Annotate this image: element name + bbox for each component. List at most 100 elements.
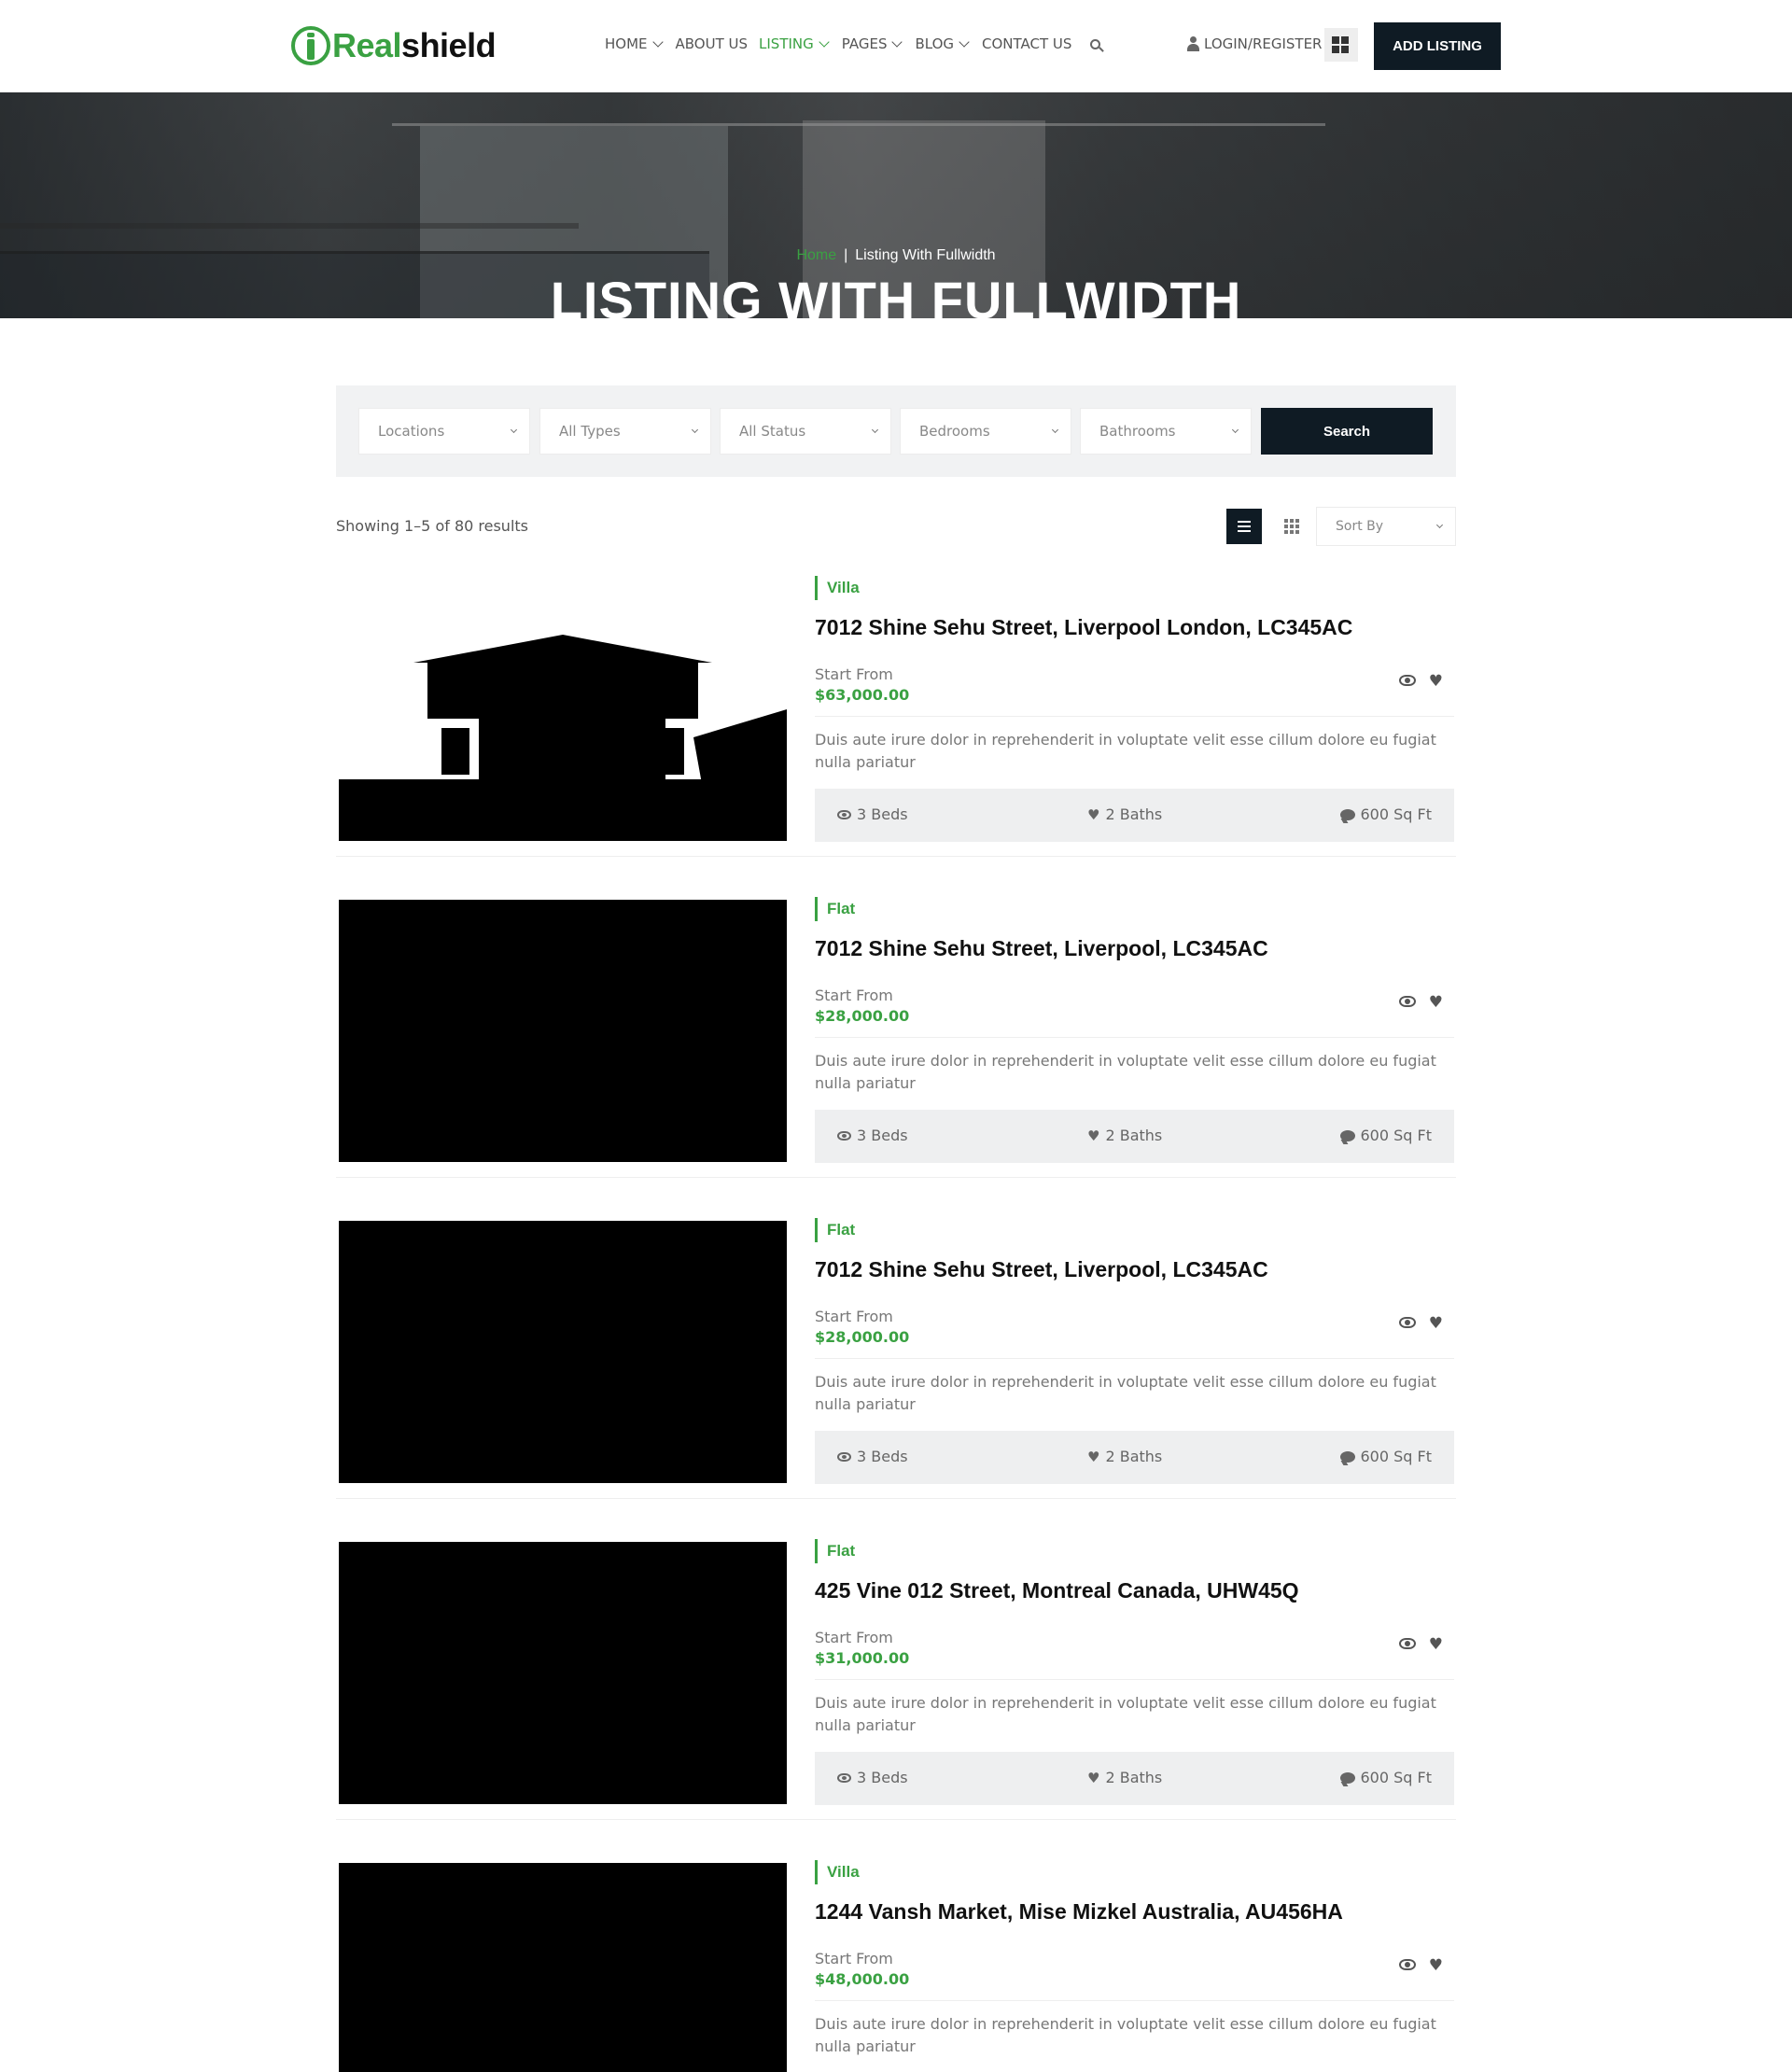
search-filter-bar: Locations All Types All Status Bedrooms … [336, 385, 1456, 477]
listing-photo[interactable] [339, 579, 787, 841]
beds-feature: 3 Beds [837, 1769, 908, 1786]
select-value: All Types [559, 423, 621, 440]
baths-feature: ♥ 2 Baths [1087, 805, 1162, 823]
beds-value: 3 Beds [857, 805, 908, 823]
nav-item-blog[interactable]: BLOG [915, 35, 971, 52]
heart-icon[interactable]: ♥ [1429, 674, 1443, 690]
listing-category: Villa [815, 576, 860, 600]
eye-icon [837, 1451, 851, 1462]
search-button[interactable]: Search [1261, 408, 1433, 455]
heart-icon[interactable]: ♥ [1429, 1316, 1443, 1332]
heart-icon[interactable]: ♥ [1429, 1637, 1443, 1653]
comments-icon [1339, 1129, 1355, 1141]
chevron-down-icon [510, 426, 518, 434]
listing-actions: ♥ [1398, 1958, 1443, 1974]
comments-icon [1339, 1450, 1355, 1463]
property-image [339, 1863, 787, 2072]
area-value: 600 Sq Ft [1360, 1127, 1433, 1144]
dashboard-grid-button[interactable] [1324, 28, 1358, 62]
listing-card: Flat 7012 Shine Sehu Street, Liverpool, … [336, 1218, 1456, 1499]
nav-item-pages[interactable]: PAGES [842, 35, 904, 52]
listing-category: Flat [815, 897, 855, 921]
listing-title[interactable]: 425 Vine 012 Street, Montreal Canada, UH… [815, 1578, 1299, 1603]
listing-title[interactable]: 7012 Shine Sehu Street, Liverpool, LC345… [815, 1257, 1268, 1282]
nav-label: PAGES [841, 35, 888, 52]
listing-features: 3 Beds ♥ 2 Baths 600 Sq Ft [815, 1110, 1454, 1163]
login-register-link[interactable]: LOGIN/REGISTER [1187, 35, 1322, 52]
listing-photo[interactable] [339, 1542, 787, 1804]
property-image [339, 900, 787, 1162]
grid-icon-cell [1295, 519, 1299, 523]
list-icon [1238, 521, 1251, 523]
baths-value: 2 Baths [1105, 1448, 1163, 1465]
chevron-down-icon [1435, 521, 1444, 529]
grid-icon [1284, 519, 1288, 523]
listing-photo[interactable] [339, 900, 787, 1162]
heart-icon: ♥ [1087, 1127, 1100, 1144]
chevron-down-icon [959, 36, 970, 48]
heart-icon[interactable]: ♥ [1429, 995, 1443, 1011]
nav-item-about-us[interactable]: ABOUT US [676, 35, 749, 52]
price-label: Start From [815, 665, 893, 683]
heart-icon: ♥ [1087, 805, 1100, 823]
listing-price: $28,000.00 [815, 1328, 910, 1346]
eye-icon[interactable] [1398, 996, 1416, 1007]
eye-icon[interactable] [1398, 1317, 1416, 1328]
card-separator [336, 856, 1456, 857]
bathrooms-select[interactable]: Bathrooms [1080, 408, 1252, 455]
listing-photo[interactable] [339, 1221, 787, 1483]
beds-feature: 3 Beds [837, 805, 908, 823]
eye-icon[interactable] [1398, 1959, 1416, 1970]
add-listing-button[interactable]: ADD LISTING [1374, 22, 1501, 70]
nav-label: HOME [605, 35, 648, 52]
heart-icon[interactable]: ♥ [1429, 1958, 1443, 1974]
listing-title[interactable]: 7012 Shine Sehu Street, Liverpool London… [815, 615, 1352, 640]
logo-icon [291, 26, 330, 65]
baths-feature: ♥ 2 Baths [1087, 1127, 1162, 1144]
listing-description: Duis aute irure dolor in reprehenderit i… [815, 2015, 1436, 2055]
nav-item-contact-us[interactable]: CONTACT US [982, 35, 1071, 52]
breadcrumb: Home | Listing With Fullwidth [0, 247, 1792, 264]
area-feature: 600 Sq Ft [1339, 1769, 1432, 1786]
nav-item-listing[interactable]: LISTING [759, 35, 831, 52]
types-select[interactable]: All Types [539, 408, 711, 455]
breadcrumb-current: Listing With Fullwidth [855, 247, 996, 263]
user-icon [1187, 36, 1199, 51]
grid-icon-cell [1284, 530, 1288, 534]
listing-features: 3 Beds ♥ 2 Baths 600 Sq Ft [815, 1431, 1454, 1484]
search-icon[interactable] [1090, 38, 1101, 49]
listing-card: Villa 7012 Shine Sehu Street, Liverpool … [336, 576, 1456, 857]
price-label: Start From [815, 1308, 893, 1325]
listing-title[interactable]: 7012 Shine Sehu Street, Liverpool, LC345… [815, 936, 1268, 961]
listing-card: Flat 425 Vine 012 Street, Montreal Canad… [336, 1539, 1456, 1820]
grid-view-button[interactable] [1274, 509, 1309, 544]
listing-photo[interactable] [339, 1863, 787, 2072]
listing-title[interactable]: 1244 Vansh Market, Mise Mizkel Australia… [815, 1899, 1343, 1925]
list-view-button[interactable] [1226, 509, 1262, 544]
eye-icon [837, 1130, 851, 1141]
brand-logo[interactable]: Realshield [291, 24, 497, 67]
baths-value: 2 Baths [1105, 1769, 1163, 1786]
beds-value: 3 Beds [857, 1769, 908, 1786]
eye-icon [837, 809, 851, 819]
bedrooms-select[interactable]: Bedrooms [900, 408, 1071, 455]
status-select[interactable]: All Status [720, 408, 891, 455]
page-title: LISTING WITH FULLWIDTH [550, 271, 1242, 318]
property-image [339, 1221, 787, 1483]
listing-price: $31,000.00 [815, 1649, 910, 1667]
baths-value: 2 Baths [1105, 1127, 1163, 1144]
price-label: Start From [815, 1950, 893, 1967]
eye-icon[interactable] [1398, 675, 1416, 686]
listing-category: Flat [815, 1539, 855, 1563]
beds-value: 3 Beds [857, 1448, 908, 1465]
eye-icon[interactable] [1398, 1638, 1416, 1649]
area-feature: 600 Sq Ft [1339, 1127, 1433, 1144]
locations-select[interactable]: Locations [358, 408, 530, 455]
listing-actions: ♥ [1398, 674, 1443, 690]
brand-name: Realshield [332, 26, 497, 64]
nav-item-home[interactable]: HOME [605, 35, 665, 52]
list-icon-line [1238, 530, 1251, 532]
sort-by-select[interactable]: Sort By [1316, 507, 1456, 546]
breadcrumb-home-link[interactable]: Home [796, 247, 836, 263]
grid-icon-cell [1341, 36, 1349, 44]
